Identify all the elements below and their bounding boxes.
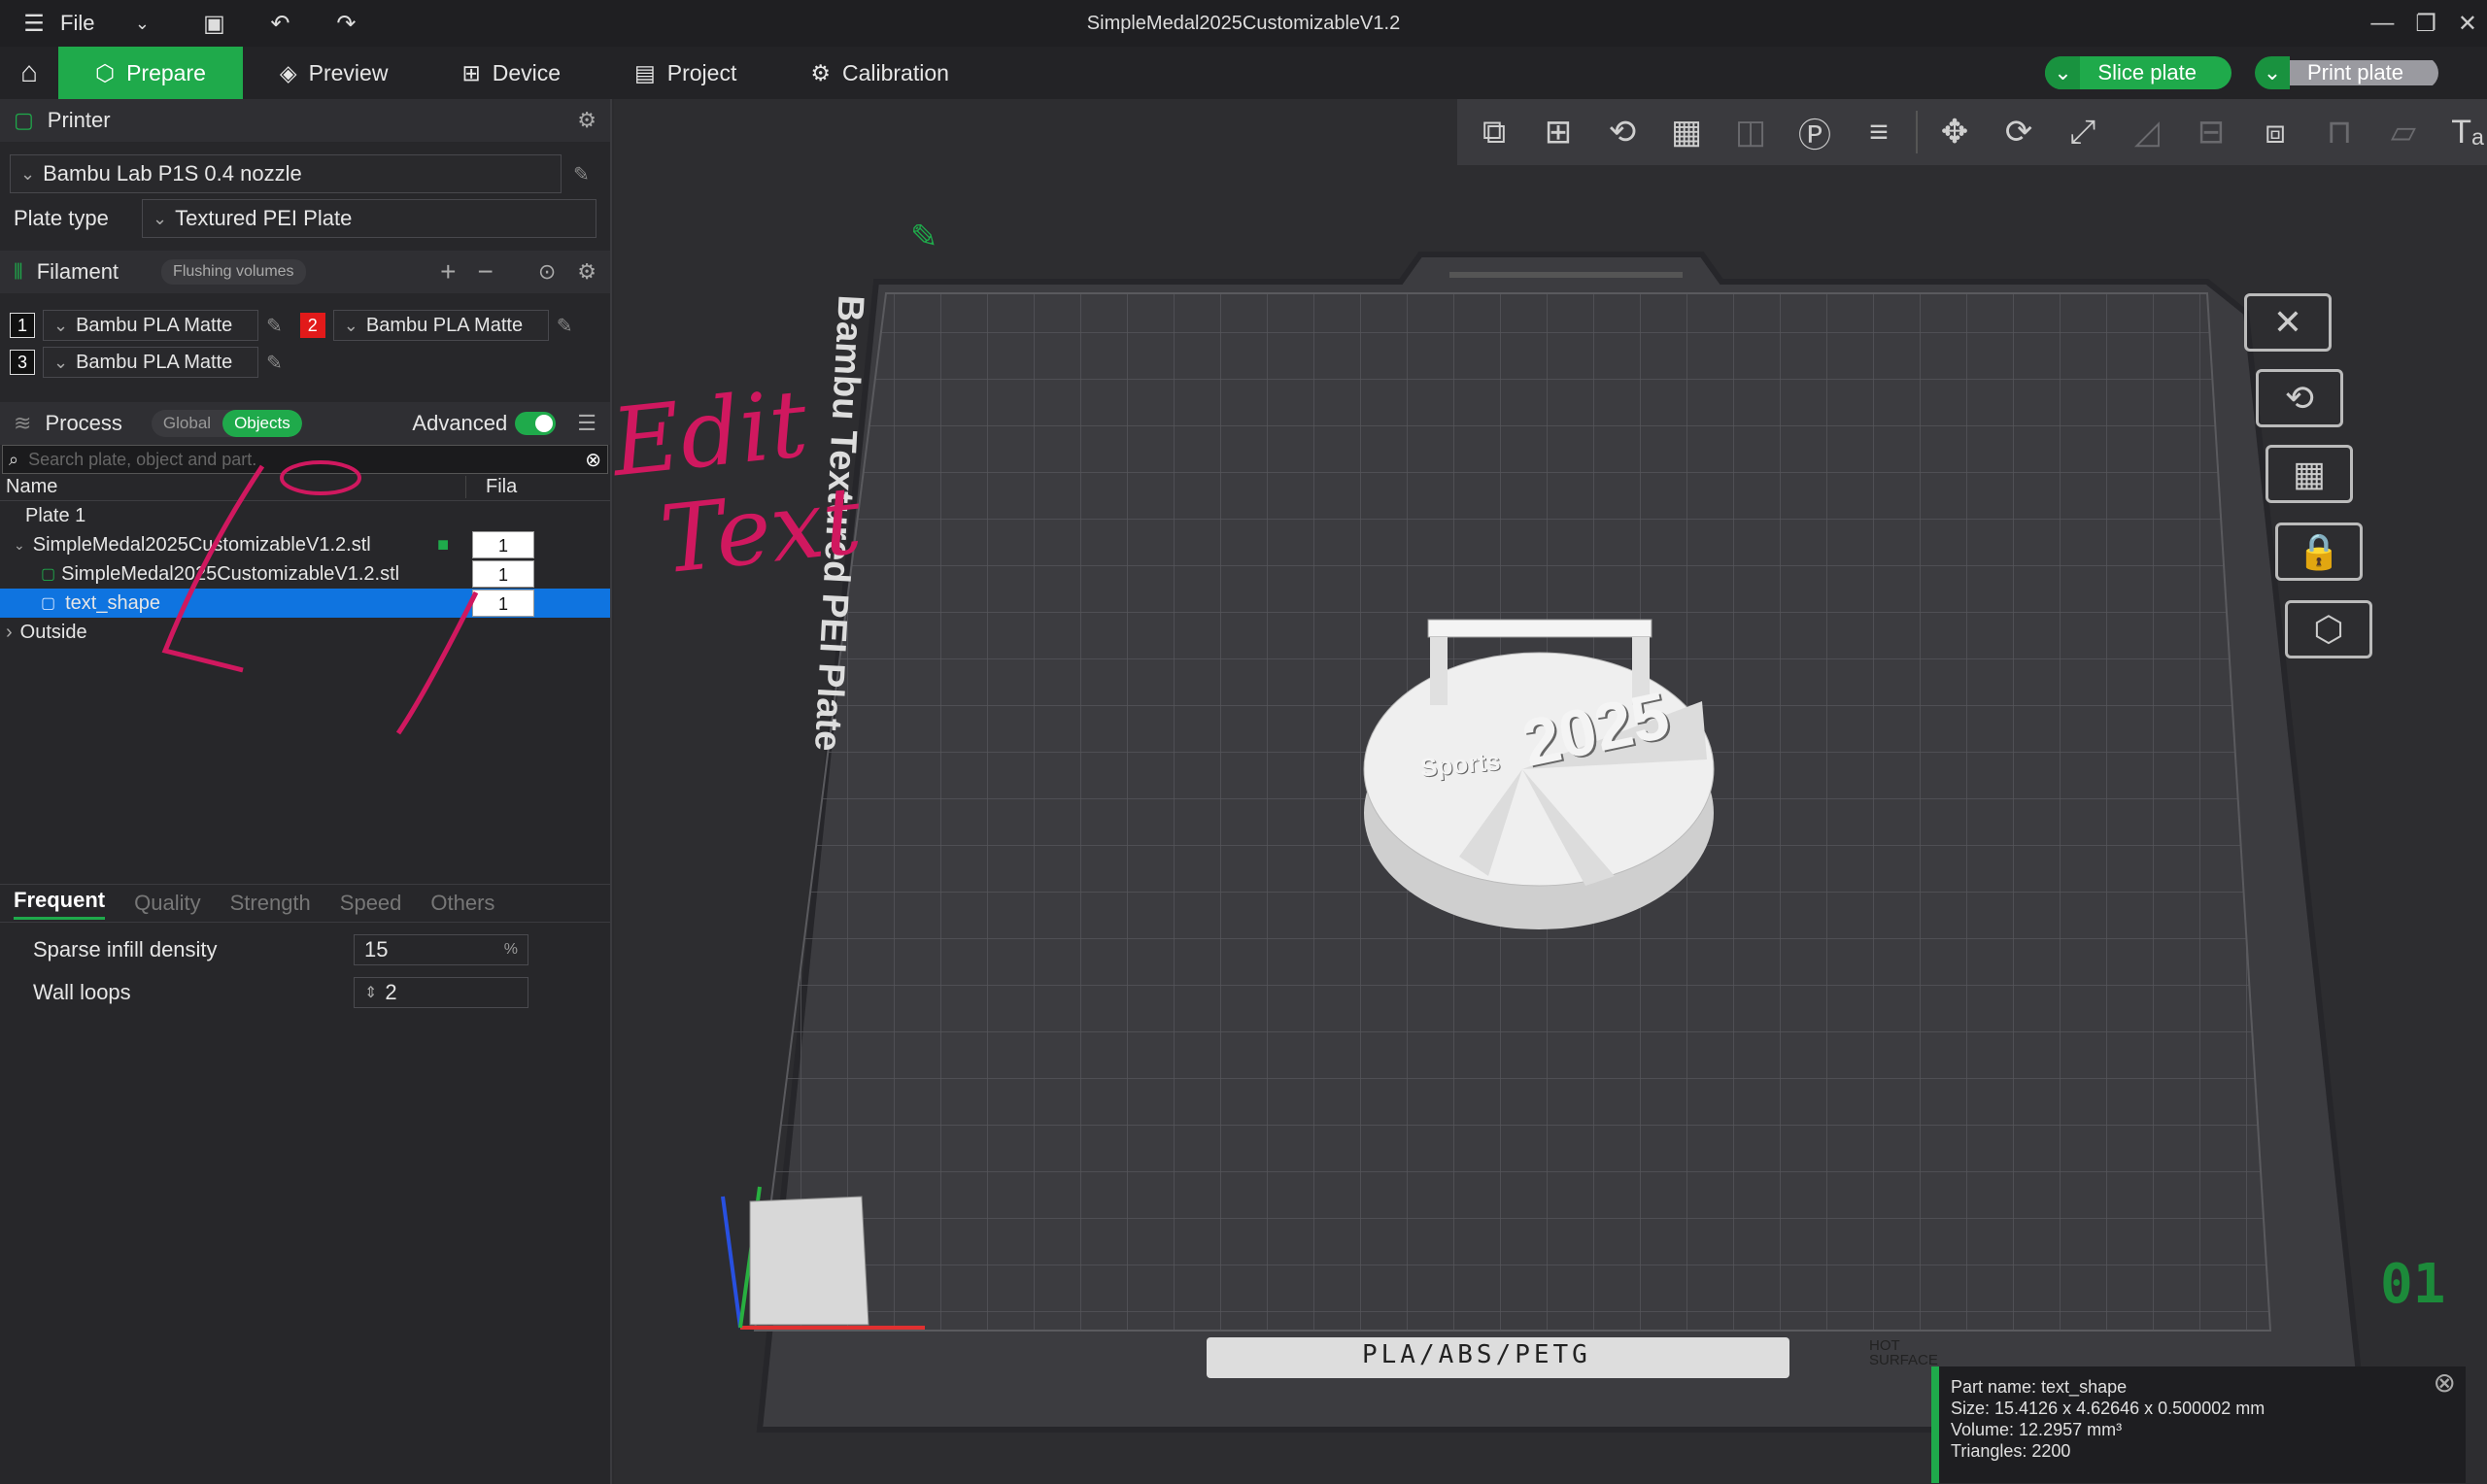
layers-icon: ◈ <box>279 59 297 85</box>
file-menu[interactable]: File <box>60 11 94 36</box>
param-wall-loops: Wall loops ⇕ 2 <box>0 971 612 1014</box>
objects-option[interactable]: Objects <box>222 410 302 437</box>
edit-icon[interactable]: ✎ <box>573 162 590 186</box>
annotation-line2: Text <box>655 465 867 595</box>
bed-materials-label: PLA/ABS/PETG <box>1362 1340 1591 1369</box>
auto-orient-button[interactable]: ⟲ <box>2256 369 2343 427</box>
remove-icon[interactable]: − <box>477 256 493 287</box>
tab-strength[interactable]: Strength <box>230 891 311 916</box>
close-view-button[interactable]: ✕ <box>2244 293 2332 352</box>
build-plate <box>721 252 2390 1433</box>
tab-frequent[interactable]: Frequent <box>14 888 106 920</box>
minimize-icon[interactable]: — <box>2370 10 2394 37</box>
cube-icon: ⬡ <box>95 59 116 85</box>
global-objects-switch[interactable]: Global Objects <box>151 410 302 437</box>
window-title: SimpleMedal2025CustomizableV1.2 <box>1086 12 1401 34</box>
settings-button[interactable]: ⬡ <box>2285 600 2372 658</box>
filament-3-select[interactable]: ⌄ Bambu PLA Matte <box>43 347 258 378</box>
text-part-icon: ▢ <box>41 595 56 612</box>
sidebar: ▢ Printer ⚙ ⌄ Bambu Lab P1S 0.4 nozzle ✎ … <box>0 99 612 1484</box>
param-infill: Sparse infill density 15% <box>0 928 612 971</box>
chevron-down-icon[interactable]: ⌄ <box>0 537 25 554</box>
tab-quality[interactable]: Quality <box>134 891 200 916</box>
chevron-down-icon: ⌄ <box>53 315 69 335</box>
chevron-down-icon: ⌄ <box>153 208 168 228</box>
tab-preview[interactable]: ◈ Preview <box>243 47 426 99</box>
chevron-down-icon: ⌄ <box>53 352 69 372</box>
title-bar: ☰ File ⌄ ▣ ↶ ↷ SimpleMedal2025Customizab… <box>0 0 2487 47</box>
tab-others[interactable]: Others <box>430 891 494 916</box>
tab-device[interactable]: ⊞ Device <box>425 47 597 99</box>
tab-prepare[interactable]: ⬡ Prepare <box>58 47 243 99</box>
printer-section-header: ▢ Printer ⚙ <box>0 99 610 142</box>
filament-section-header: ⦀ Filament Flushing volumes + − ⊙ ⚙ <box>0 251 610 293</box>
redo-icon[interactable]: ↷ <box>329 7 362 40</box>
undo-icon[interactable]: ↶ <box>263 7 296 40</box>
restore-icon[interactable]: ❐ <box>2415 10 2436 38</box>
project-icon: ▤ <box>634 59 656 85</box>
add-icon[interactable]: + <box>440 256 456 287</box>
sync-icon[interactable]: ⊙ <box>538 259 556 285</box>
bed-hot-surface-label: HOT SURFACE <box>1869 1337 1938 1368</box>
global-option[interactable]: Global <box>152 410 222 437</box>
home-button[interactable]: ⌂ <box>0 47 58 99</box>
stepper-icon[interactable]: ⇕ <box>364 983 377 1002</box>
chevron-down-icon[interactable]: ⌄ <box>125 7 158 40</box>
printer-icon: ▢ <box>14 108 34 132</box>
part-icon: ▢ <box>41 566 56 583</box>
plate-type-label: Plate type <box>14 206 109 230</box>
filament-1-swatch[interactable]: 1 <box>10 313 35 338</box>
gear-icon[interactable]: ⚙ <box>577 108 596 133</box>
search-icon: ⌕ <box>9 449 19 469</box>
plate-type-select[interactable]: ⌄ Textured PEI Plate <box>142 199 596 238</box>
save-icon[interactable]: ▣ <box>197 7 230 40</box>
process-icon: ≋ <box>14 411 32 435</box>
part-info-panel: Part name: text_shape Size: 15.4126 x 4.… <box>1931 1366 2466 1483</box>
plate-number: 01 <box>2380 1253 2446 1316</box>
filament-3-swatch[interactable]: 3 <box>10 350 35 375</box>
tab-speed[interactable]: Speed <box>340 891 402 916</box>
chevron-down-icon[interactable]: ⌄ <box>2045 56 2081 89</box>
edit-icon[interactable]: ✎ <box>557 314 573 338</box>
chevron-right-icon[interactable]: › <box>0 622 13 644</box>
param-tabs: Frequent Quality Strength Speed Others <box>0 884 612 923</box>
filament-icon: ⦀ <box>14 259 23 284</box>
wall-loops-stepper[interactable]: ⇕ 2 <box>354 977 528 1008</box>
flushing-volumes-button[interactable]: Flushing volumes <box>161 259 306 285</box>
filament-2-select[interactable]: ⌄ Bambu PLA Matte <box>332 310 549 341</box>
slice-plate-button[interactable]: ⌄ Slice plate <box>2045 56 2231 89</box>
tab-calibration[interactable]: ⚙ Calibration <box>773 47 986 99</box>
advanced-label: Advanced <box>412 411 508 435</box>
device-icon: ⊞ <box>461 59 481 85</box>
lock-button[interactable]: 🔒 <box>2275 523 2363 581</box>
chevron-down-icon: ⌄ <box>343 315 358 335</box>
tab-project[interactable]: ▤ Project <box>597 47 773 99</box>
printer-select[interactable]: ⌄ Bambu Lab P1S 0.4 nozzle <box>10 154 562 193</box>
infill-input[interactable]: 15% <box>354 934 528 965</box>
gear-icon[interactable]: ⚙ <box>577 259 596 285</box>
arrange-button[interactable]: ▦ <box>2266 445 2353 503</box>
list-icon[interactable]: ☰ <box>577 411 596 436</box>
edit-icon[interactable]: ✎ <box>266 314 283 338</box>
advanced-toggle[interactable] <box>515 412 557 435</box>
hamburger-icon[interactable]: ☰ <box>17 7 51 40</box>
close-icon[interactable]: ✕ <box>2458 10 2477 38</box>
close-icon[interactable]: ⊗ <box>2434 1369 2456 1397</box>
annotation-arrows <box>161 460 479 735</box>
filament-2-swatch[interactable]: 2 <box>299 313 325 338</box>
home-icon: ⌂ <box>19 56 39 88</box>
clear-search-icon[interactable]: ⊗ <box>585 448 601 472</box>
calibration-icon: ⚙ <box>810 59 831 85</box>
filament-1-select[interactable]: ⌄ Bambu PLA Matte <box>43 310 258 341</box>
edit-icon[interactable]: ✎ <box>266 351 283 375</box>
chevron-down-icon[interactable]: ⌄ <box>2254 56 2290 89</box>
chevron-down-icon: ⌄ <box>20 163 36 184</box>
print-plate-button[interactable]: ⌄ Print plate <box>2254 56 2438 89</box>
3d-viewport[interactable]: ⧉ ⊞ ⟲ ▦ ◫ Ⓟ ≡ ✥ ⟳ ⤢ ◿ ⊟ ⧈ ⊓ ▱ Tₐ ⛉ 📏 ⊿ ⛶… <box>614 99 2487 1484</box>
